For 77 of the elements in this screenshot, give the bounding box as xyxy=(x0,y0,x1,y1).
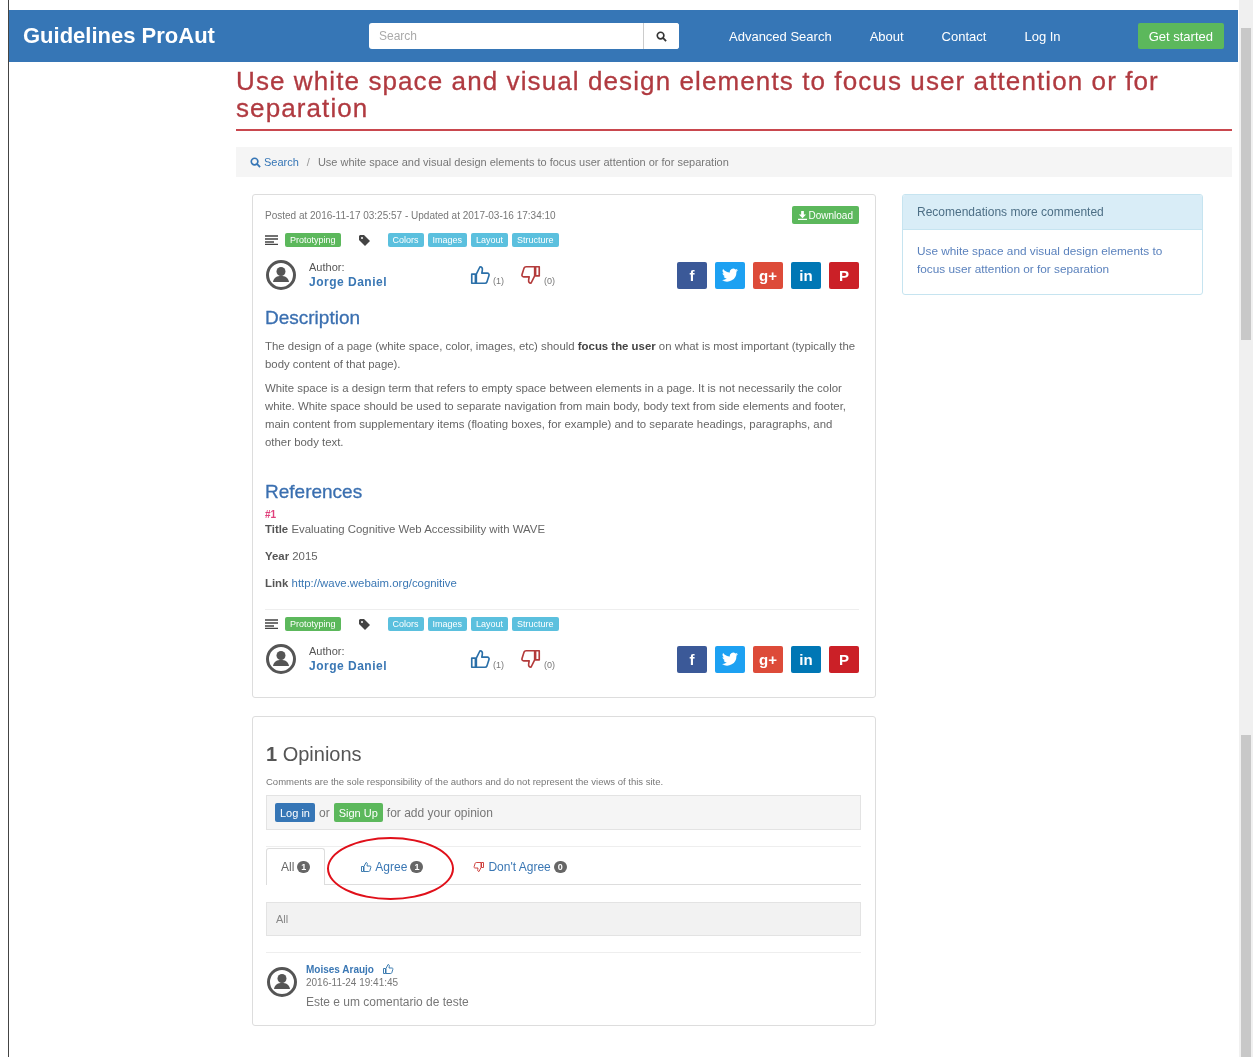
reference-year: 2015 xyxy=(292,550,318,562)
user-avatar-icon xyxy=(265,259,297,291)
reference-title: Evaluating Cognitive Web Accessibility with WAVE xyxy=(291,523,546,535)
nav-link[interactable]: Log In xyxy=(1024,28,1061,44)
user-avatar-icon xyxy=(266,966,298,998)
reference-number: #1 xyxy=(265,509,278,520)
section-heading: References xyxy=(265,481,364,503)
download-icon xyxy=(797,210,807,220)
thumbs-up-icon[interactable] xyxy=(469,264,491,286)
nav-link[interactable]: Advanced Search xyxy=(729,28,832,44)
dislike-count: (0) xyxy=(544,660,555,670)
google-plus-share-button[interactable]: g+ xyxy=(753,645,783,673)
bird-icon xyxy=(722,268,738,282)
twitter-share-button[interactable] xyxy=(715,261,745,289)
comment-text: Este e um comentario de teste xyxy=(306,995,469,1009)
like-count: (1) xyxy=(493,276,504,286)
commenter-link[interactable]: Moises Araujo xyxy=(306,963,374,975)
thumbs-down-icon[interactable] xyxy=(473,861,486,873)
category-label[interactable]: Prototyping xyxy=(285,617,341,631)
or-text: or xyxy=(319,805,330,820)
list-icon xyxy=(265,619,278,629)
tag-icon xyxy=(358,618,372,630)
nav-link[interactable]: About xyxy=(869,28,904,44)
author-link[interactable]: Jorge Daniel xyxy=(309,275,469,289)
like-count: (1) xyxy=(493,660,504,670)
author-label: Author: xyxy=(309,261,346,273)
thumbs-up-icon[interactable] xyxy=(469,648,491,670)
tag-icon xyxy=(358,234,372,246)
filter-tab[interactable]: Agree 1 xyxy=(345,848,439,885)
field-label: Link xyxy=(265,577,289,589)
filter-tab[interactable]: Don't Agree 0 xyxy=(458,848,582,885)
pinterest-share-button[interactable]: P xyxy=(829,645,859,673)
dislike-count: (0) xyxy=(544,276,555,286)
author-label: Author: xyxy=(309,645,346,657)
filter-bar: All xyxy=(266,902,861,936)
thumbs-down-icon[interactable] xyxy=(520,648,542,670)
search-icon xyxy=(656,30,667,42)
list-icon xyxy=(265,235,278,245)
nav-link[interactable]: Contact xyxy=(941,28,987,44)
reference-link[interactable]: http://wave.webaim.org/cognitive xyxy=(291,577,457,589)
google-plus-share-button[interactable]: g+ xyxy=(753,261,783,289)
download-button[interactable]: Download xyxy=(791,206,859,224)
breadcrumb-separator: / xyxy=(306,156,310,168)
get-started-button[interactable]: Get started xyxy=(1137,23,1224,49)
twitter-share-button[interactable] xyxy=(715,645,745,673)
search-icon xyxy=(250,156,261,168)
pinterest-share-button[interactable]: P xyxy=(829,261,859,289)
breadcrumb-current: Use white space and visual design elements to focus user attention or for separation xyxy=(317,156,729,168)
section-heading: Description xyxy=(265,307,362,329)
recommendation-link[interactable]: Use white space and visual design elements to focus user attention or for separation xyxy=(917,242,1188,278)
filter-tab[interactable]: All 1 xyxy=(266,848,326,885)
opinions-heading: 1 Opinions xyxy=(266,743,363,766)
post-dates: Posted at 2016-11-17 03:25:57 - Updated at 2017-03-16 17:34:10 xyxy=(265,209,556,221)
linkedin-share-button[interactable]: in xyxy=(791,645,821,673)
comment-date: 2016-11-24 19:41:45 xyxy=(306,977,400,988)
panel-heading: Recomendations more commented xyxy=(903,195,1202,230)
page-title: Use white space and visual design elements to focus user attention or for separation xyxy=(236,68,1232,131)
author-link[interactable]: Jorge Daniel xyxy=(309,659,469,673)
breadcrumb-link[interactable]: Search xyxy=(250,156,299,168)
disclaimer-text: Comments are the sole responsibility of the authors and do not represent the views of this site. xyxy=(266,776,665,787)
category-label[interactable]: Prototyping xyxy=(285,233,341,247)
bird-icon xyxy=(722,652,738,666)
login-button[interactable]: Log in xyxy=(275,803,315,822)
facebook-share-button[interactable]: f xyxy=(677,261,707,289)
sign-up-button[interactable]: Sign Up xyxy=(333,803,383,822)
user-avatar-icon xyxy=(265,643,297,675)
field-label: Year xyxy=(265,550,290,562)
prompt-text: for add your opinion xyxy=(386,805,493,820)
search-field[interactable]: Search xyxy=(369,23,679,49)
thumbs-up-icon[interactable] xyxy=(360,861,373,873)
linkedin-share-button[interactable]: in xyxy=(791,261,821,289)
field-label: Title xyxy=(265,523,289,535)
facebook-share-button[interactable]: f xyxy=(677,645,707,673)
site-logo[interactable]: Guidelines ProAut xyxy=(23,23,369,49)
description-paragraph: White space is a design term that refers to empty space between elements in a page. It is not necessarily the color white. White space should be used to separate navigation from main body, body text from side elements and footer, main content from supplementary items (floating boxes, for example) and to separate headings, paragraphs, and other body text. xyxy=(265,381,848,450)
description-paragraph: The design of a page (white space, color, images, etc) should focus the user on what is most important (typically the body content of that page). xyxy=(265,339,857,372)
thumbs-down-icon[interactable] xyxy=(520,264,542,286)
